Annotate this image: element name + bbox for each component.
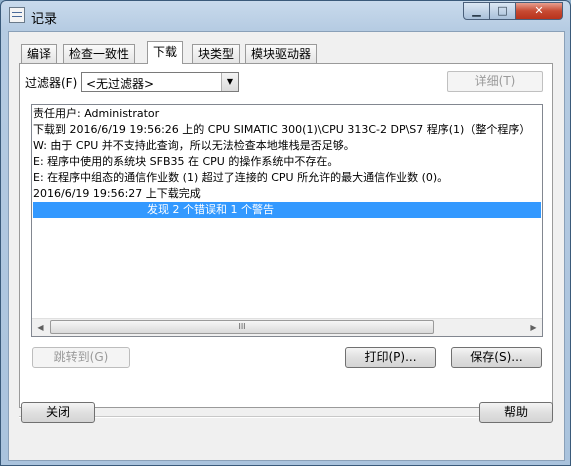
chevron-down-icon[interactable]: ▼ — [221, 73, 238, 91]
save-button[interactable]: 保存(S)... — [451, 347, 542, 368]
title-bar[interactable]: 记录 ▁ □ ✕ — [1, 1, 570, 31]
filter-label: 过滤器(F) — [25, 76, 78, 90]
log-summary-text: 发现 2 个错误和 1 个警告 — [147, 203, 274, 216]
tab-block-types[interactable]: 块类型 — [192, 44, 241, 63]
close-button[interactable]: 关闭 — [21, 402, 95, 423]
details-button[interactable]: 详细(T) — [447, 71, 543, 92]
log-list[interactable]: 责任用户: Administrator 下载到 2016/6/19 19:56:… — [31, 104, 543, 337]
log-line-download-target[interactable]: 下载到 2016/6/19 19:56:26 上的 CPU SIMATIC 30… — [33, 122, 530, 138]
minimize-button[interactable]: ▁ — [463, 2, 490, 20]
tab-consistency-check[interactable]: 检查一致性 — [63, 44, 136, 63]
log-app-icon — [9, 7, 25, 23]
log-line-summary-selected[interactable]: 发现 2 个错误和 1 个警告 — [33, 202, 541, 218]
log-line-warning[interactable]: W: 由于 CPU 并不支持此查询，所以无法检查本地堆栈是否足够。 — [33, 138, 355, 154]
bottom-separator — [19, 416, 553, 418]
tab-module-drivers[interactable]: 模块驱动器 — [245, 44, 318, 63]
log-line-error-2[interactable]: E: 在程序中组态的通信作业数 (1) 超过了连接的 CPU 所允许的最大通信作… — [33, 170, 448, 186]
log-line-user[interactable]: 责任用户: Administrator — [33, 106, 159, 122]
maximize-button[interactable]: □ — [489, 2, 516, 20]
scroll-left-icon[interactable]: ◀ — [32, 319, 49, 336]
tab-download[interactable]: 下载 — [147, 41, 184, 64]
print-button[interactable]: 打印(P)... — [345, 347, 436, 368]
log-line-error-1[interactable]: E: 程序中使用的系统块 SFB35 在 CPU 的操作系统中不存在。 — [33, 154, 338, 170]
window-title: 记录 — [31, 12, 58, 27]
filter-selected-value: <无过滤器> — [86, 77, 155, 91]
filter-dropdown[interactable]: <无过滤器> ▼ — [81, 72, 239, 92]
dialog-client-area: 编译 检查一致性 下载 块类型 模块驱动器 过滤器(F) <无过滤器> ▼ 详细… — [8, 31, 565, 461]
dialog-window: 记录 ▁ □ ✕ 编译 检查一致性 下载 块类型 模块驱动器 过滤器(F) <无… — [0, 0, 571, 466]
goto-button[interactable]: 跳转到(G) — [32, 347, 130, 368]
download-tab-panel: 过滤器(F) <无过滤器> ▼ 详细(T) 责任用户: Administrato… — [19, 63, 553, 408]
help-button[interactable]: 帮助 — [479, 402, 553, 423]
scrollbar-thumb[interactable]: III — [50, 320, 434, 334]
scroll-right-icon[interactable]: ▶ — [525, 319, 542, 336]
log-line-complete[interactable]: 2016/6/19 19:56:27 上下载完成 — [33, 186, 201, 202]
horizontal-scrollbar[interactable]: ◀ III ▶ — [32, 318, 542, 336]
tab-compile[interactable]: 编译 — [21, 44, 58, 63]
close-window-button[interactable]: ✕ — [515, 2, 563, 20]
